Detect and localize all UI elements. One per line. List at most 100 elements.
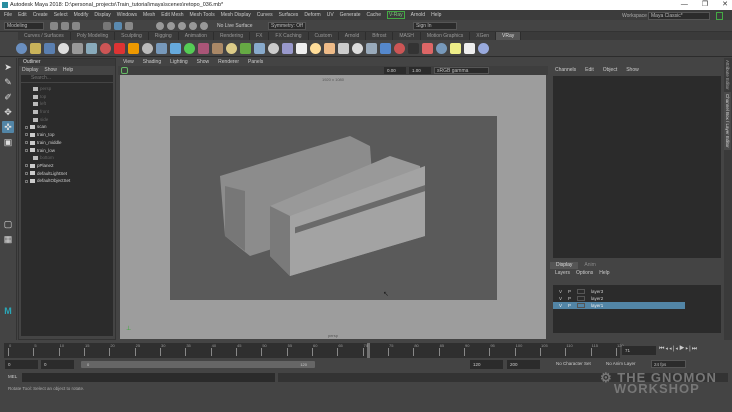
outliner-item[interactable]: train_middle xyxy=(21,139,113,147)
viewport-menu-show[interactable]: Show xyxy=(197,58,210,66)
shelf-tool-icon[interactable] xyxy=(142,42,153,54)
shelf-tool-icon[interactable] xyxy=(226,42,237,54)
outliner-menu-show[interactable]: Show xyxy=(44,66,57,74)
shelf-tool-icon[interactable] xyxy=(72,42,83,54)
shelf-tool-icon[interactable] xyxy=(352,42,363,54)
restore-button[interactable]: ❐ xyxy=(702,0,708,10)
shelf-tab-xgen[interactable]: XGen xyxy=(470,32,497,40)
playback-toggle[interactable]: P xyxy=(568,303,571,308)
shelf-tab-rendering[interactable]: Rendering xyxy=(214,32,251,40)
shelf-tab-mash[interactable]: MASH xyxy=(393,32,421,40)
viewport-menu-panels[interactable]: Panels xyxy=(248,58,263,66)
playback-end-field[interactable]: 120 xyxy=(470,360,503,369)
range-slider[interactable]: 0 120 xyxy=(81,361,315,368)
shelf-tool-icon[interactable] xyxy=(254,42,265,54)
sign-in-button[interactable]: Sign In xyxy=(413,22,457,30)
expand-icon[interactable] xyxy=(25,125,28,129)
outliner-item[interactable]: persp xyxy=(21,85,113,93)
shelf-tool-icon[interactable] xyxy=(44,42,55,54)
shelf-tab-animation[interactable]: Animation xyxy=(179,32,214,40)
le-menu-layers[interactable]: Layers xyxy=(555,269,570,277)
shelf-tool-icon[interactable] xyxy=(394,42,405,54)
menu-mesh-tools[interactable]: Mesh Tools xyxy=(190,12,215,18)
shelf-tool-icon[interactable] xyxy=(86,42,97,54)
menu-edit[interactable]: Edit xyxy=(18,12,27,18)
time-slider[interactable]: 0510152025303540455055606570758085909510… xyxy=(4,343,624,358)
outliner-item[interactable]: bottom xyxy=(21,154,113,162)
shelf-tool-icon[interactable] xyxy=(100,42,111,54)
mel-label[interactable]: MEL xyxy=(8,374,17,379)
cb-menu-show[interactable]: Show xyxy=(626,66,639,74)
tab-channel-box[interactable]: Channel Box / Layer Editor xyxy=(724,91,731,150)
shelf-tool-icon[interactable] xyxy=(212,42,223,54)
shelf-tool-icon[interactable] xyxy=(380,42,391,54)
shelf-tool-icon[interactable] xyxy=(30,42,41,54)
shelf-tool-icon[interactable] xyxy=(16,42,27,54)
menu-modify[interactable]: Modify xyxy=(74,12,89,18)
viewport-menu-shading[interactable]: Shading xyxy=(143,58,161,66)
outliner-menu-help[interactable]: Help xyxy=(63,66,73,74)
shelf-tool-icon[interactable] xyxy=(310,42,321,54)
shelf-tool-icon[interactable] xyxy=(324,42,335,54)
shelf-tool-icon[interactable] xyxy=(58,42,69,54)
menu-mesh[interactable]: Mesh xyxy=(143,12,155,18)
playback-toggle[interactable]: P xyxy=(568,296,571,301)
menu-uv[interactable]: UV xyxy=(327,12,334,18)
cb-menu-channels[interactable]: Channels xyxy=(555,66,576,74)
menu-help[interactable]: Help xyxy=(431,12,441,18)
menu-mesh-display[interactable]: Mesh Display xyxy=(221,12,251,18)
menu-set-dropdown[interactable]: Modeling xyxy=(4,22,44,30)
cb-menu-object[interactable]: Object xyxy=(603,66,617,74)
menu-surfaces[interactable]: Surfaces xyxy=(279,12,299,18)
shelf-tool-icon[interactable] xyxy=(128,42,139,54)
shelf-tab-curves-surfaces[interactable]: Curves / Surfaces xyxy=(18,32,71,40)
outliner-item[interactable]: pPlane2 xyxy=(21,162,113,170)
workspace-dropdown[interactable]: Maya Classic* xyxy=(648,12,710,20)
outliner-item[interactable]: defaultLightSet xyxy=(21,170,113,178)
fps-dropdown[interactable]: 24 fps xyxy=(651,360,686,368)
shelf-tool-icon[interactable] xyxy=(450,42,461,54)
outliner-item[interactable]: side xyxy=(21,116,113,124)
expand-icon[interactable] xyxy=(25,141,28,145)
layout-single-icon[interactable]: ▢ xyxy=(2,218,14,230)
playback-controls[interactable]: ⏮◂◂|◂▶▸|⏭ xyxy=(659,346,698,353)
menu-cache[interactable]: Cache xyxy=(367,12,381,18)
playback-start-field[interactable]: 0 xyxy=(41,360,74,369)
outliner-item[interactable]: left xyxy=(21,100,113,108)
range-start-field[interactable]: 0 xyxy=(5,360,38,369)
menu-generate[interactable]: Generate xyxy=(340,12,361,18)
paint-select-icon[interactable]: ✐ xyxy=(2,91,14,103)
tab-attribute-editor[interactable]: Attribute Editor xyxy=(724,58,731,92)
current-time-indicator[interactable] xyxy=(366,343,370,358)
anim-layer-dropdown[interactable]: No Anim Layer xyxy=(606,361,636,366)
viewport-canvas[interactable]: 1920 x 1080 ↖ ⊥ persp xyxy=(120,75,546,339)
move-tool-icon[interactable]: ✥ xyxy=(2,106,14,118)
shelf-tool-icon[interactable] xyxy=(198,42,209,54)
scale-tool-icon[interactable]: ▣ xyxy=(2,136,14,148)
live-surface-field[interactable]: No Live Surface xyxy=(217,22,253,30)
shelf-tool-icon[interactable] xyxy=(464,42,475,54)
close-button[interactable]: ✕ xyxy=(722,0,728,10)
outliner-item[interactable]: front xyxy=(21,108,113,116)
range-end-field[interactable]: 200 xyxy=(507,360,540,369)
shelf-tool-icon[interactable] xyxy=(240,42,251,54)
shelf-tool-icon[interactable] xyxy=(436,42,447,54)
shelf-tab-fx-caching[interactable]: FX Caching xyxy=(269,32,309,40)
shelf-tab-arnold[interactable]: Arnold xyxy=(339,32,367,40)
expand-icon[interactable] xyxy=(25,133,28,137)
minimize-button[interactable]: — xyxy=(681,0,688,10)
shelf-tab-poly-modeling[interactable]: Poly Modeling xyxy=(71,32,116,40)
shelf-tab-bifrost[interactable]: Bifrost xyxy=(366,32,394,40)
select-tool-icon[interactable]: ➤ xyxy=(2,61,14,73)
exposure-field[interactable]: 0.00 xyxy=(384,67,406,74)
viewport-menu-view[interactable]: View xyxy=(123,58,134,66)
layout-four-icon[interactable]: ▦ xyxy=(2,233,14,245)
layer-color-swatch[interactable] xyxy=(577,303,586,308)
shelf-tab-custom[interactable]: Custom xyxy=(309,32,339,40)
expand-icon[interactable] xyxy=(25,164,28,168)
color-space-dropdown[interactable]: sRGB gamma xyxy=(434,67,489,74)
shelf-tool-icon[interactable] xyxy=(282,42,293,54)
rotate-tool-icon[interactable]: ✜ xyxy=(2,121,14,133)
menu-arnold[interactable]: Arnold xyxy=(411,12,425,18)
layer-row[interactable]: V Player2 xyxy=(553,295,685,302)
